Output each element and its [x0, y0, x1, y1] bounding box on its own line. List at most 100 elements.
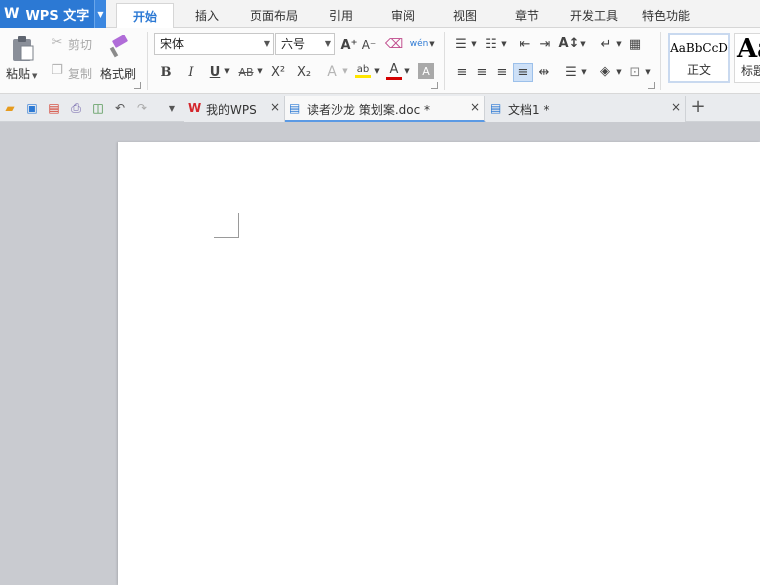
superscript-button[interactable]: X²: [268, 63, 288, 81]
chevron-down-icon[interactable]: ▼: [256, 65, 264, 77]
chevron-down-icon[interactable]: ▼: [580, 66, 588, 78]
open-folder-icon[interactable]: ▰: [2, 100, 18, 116]
chevron-down-icon: ▼: [263, 39, 270, 48]
change-case-icon[interactable]: A↕: [559, 34, 580, 52]
tab-special-features[interactable]: 特色功能: [634, 0, 698, 28]
char-shading-button[interactable]: A: [418, 63, 434, 79]
strikethrough-button[interactable]: AB: [236, 63, 256, 81]
tab-home[interactable]: 开始: [116, 3, 174, 29]
chevron-down-icon[interactable]: ▼: [615, 38, 623, 50]
tab-chapter[interactable]: 章节: [504, 0, 550, 28]
tab-document-active[interactable]: ▤ 读者沙龙 策划案.doc * ×: [285, 96, 485, 122]
paragraph-mark-icon[interactable]: ↵: [598, 36, 614, 52]
align-center-icon[interactable]: ≡: [474, 64, 490, 80]
font-launcher-icon[interactable]: [431, 82, 438, 89]
tab-document-1[interactable]: ▤ 文档1 * ×: [486, 96, 686, 122]
chevron-down-icon[interactable]: ▼: [644, 66, 652, 78]
chevron-down-icon[interactable]: ▼: [403, 65, 411, 77]
tab-insert[interactable]: 插入: [184, 0, 230, 28]
group-separator: [444, 32, 445, 90]
quick-access-dropdown-icon[interactable]: ▼: [164, 100, 180, 116]
export-pdf-icon[interactable]: ▤: [46, 100, 62, 116]
paste-icon[interactable]: [8, 34, 38, 64]
font-family-select[interactable]: 宋体 ▼: [154, 33, 274, 55]
copy-button[interactable]: 复制: [68, 65, 92, 82]
margin-corner-mark: [238, 213, 239, 238]
paragraph-launcher-icon[interactable]: [648, 82, 655, 89]
align-left-icon[interactable]: ≡: [454, 64, 470, 80]
border-icon[interactable]: ⊡: [627, 64, 643, 80]
style-heading-tile[interactable]: Aa 标题: [734, 33, 760, 83]
undo-icon[interactable]: ↶: [112, 100, 128, 116]
group-separator: [660, 32, 661, 90]
subscript-button[interactable]: X₂: [294, 63, 314, 81]
decrease-indent-icon[interactable]: ⇤: [516, 36, 534, 52]
cut-button[interactable]: 剪切: [68, 36, 92, 53]
clipboard-launcher-icon[interactable]: [134, 82, 141, 89]
close-icon[interactable]: ×: [470, 100, 480, 114]
distributed-align-icon[interactable]: ⇹: [535, 64, 553, 80]
text-effect-button[interactable]: A: [324, 63, 340, 81]
format-painter-button[interactable]: 格式刷: [100, 65, 136, 82]
font-size-value: 六号: [281, 37, 306, 51]
style-normal-label: 正文: [686, 63, 711, 77]
copy-icon: ❐: [51, 62, 63, 78]
underline-button[interactable]: U: [207, 63, 223, 81]
paragraph-shading-icon[interactable]: ◈: [596, 62, 614, 80]
table-grid-icon[interactable]: ▦: [626, 36, 644, 52]
chevron-down-icon[interactable]: ▼: [428, 38, 436, 50]
font-size-select[interactable]: 六号 ▼: [275, 33, 335, 55]
highlight-button[interactable]: ab: [354, 61, 372, 81]
tab-label: 文档1 *: [508, 103, 550, 117]
doc-file-icon: ▤: [490, 101, 502, 115]
chevron-down-icon[interactable]: ▼: [470, 38, 478, 50]
format-painter-icon[interactable]: [108, 34, 132, 60]
tab-developer-tools[interactable]: 开发工具: [562, 0, 626, 28]
close-icon[interactable]: ×: [270, 100, 280, 114]
app-menu-dropdown-icon[interactable]: ▼: [94, 0, 106, 28]
line-spacing-icon[interactable]: ☰: [562, 64, 580, 80]
tab-review[interactable]: 审阅: [380, 0, 426, 28]
style-normal-tile[interactable]: AaBbCcD 正文: [668, 33, 730, 83]
align-right-icon[interactable]: ≡: [494, 64, 510, 80]
print-icon[interactable]: ⎙: [68, 100, 84, 116]
tab-page-layout[interactable]: 页面布局: [244, 0, 304, 28]
close-icon[interactable]: ×: [671, 100, 681, 114]
document-tab-bar: ▰ ▣ ▤ ⎙ ◫ ↶ ↷ ▼ W 我的WPS × ▤ 读者沙龙 策划案.doc…: [0, 94, 760, 122]
chevron-down-icon[interactable]: ▼: [615, 66, 623, 78]
style-gallery: AaBbCcD 正文 Aa 标题: [664, 33, 760, 83]
font-color-button[interactable]: A: [385, 61, 403, 81]
tab-my-wps[interactable]: W 我的WPS ×: [184, 96, 285, 122]
tab-references[interactable]: 引用: [318, 0, 364, 28]
phonetic-guide-icon[interactable]: wén: [410, 34, 429, 54]
chevron-down-icon[interactable]: ▼: [373, 65, 381, 77]
print-preview-icon[interactable]: ◫: [90, 100, 106, 116]
group-separator: [147, 32, 148, 90]
clear-format-icon[interactable]: ⌫: [385, 36, 403, 52]
font-family-value: 宋体: [160, 37, 185, 51]
bullet-list-icon[interactable]: ☰: [452, 36, 470, 52]
save-icon[interactable]: ▣: [24, 100, 40, 116]
redo-icon[interactable]: ↷: [134, 100, 150, 116]
highlight-color-bar: [355, 75, 371, 78]
shrink-font-icon[interactable]: A⁻: [360, 36, 378, 54]
app-menu-button[interactable]: W WPS 文字: [0, 0, 94, 28]
numbered-list-icon[interactable]: ☷: [482, 36, 500, 52]
chevron-down-icon[interactable]: ▼: [579, 38, 587, 50]
document-page[interactable]: [118, 142, 760, 585]
chevron-down-icon[interactable]: ▼: [223, 65, 231, 77]
menu-bar: W WPS 文字 ▼ 开始 插入 页面布局 引用 审阅 视图 章节 开发工具 特…: [0, 0, 760, 29]
increase-indent-icon[interactable]: ⇥: [536, 36, 554, 52]
grow-font-icon[interactable]: A⁺: [340, 36, 358, 54]
chevron-down-icon[interactable]: ▼: [500, 38, 508, 50]
chevron-down-icon[interactable]: ▼: [341, 65, 349, 77]
paste-button[interactable]: 粘贴 ▼: [6, 65, 37, 82]
tab-view[interactable]: 视图: [442, 0, 488, 28]
align-justify-icon[interactable]: ≡: [513, 63, 533, 82]
style-heading-label: 标题: [741, 64, 760, 78]
highlight-label: ab: [356, 64, 370, 75]
italic-button[interactable]: I: [183, 63, 199, 81]
new-tab-plus-icon[interactable]: +: [688, 97, 708, 119]
doc-file-icon: ▤: [289, 101, 301, 115]
bold-button[interactable]: B: [158, 63, 174, 81]
